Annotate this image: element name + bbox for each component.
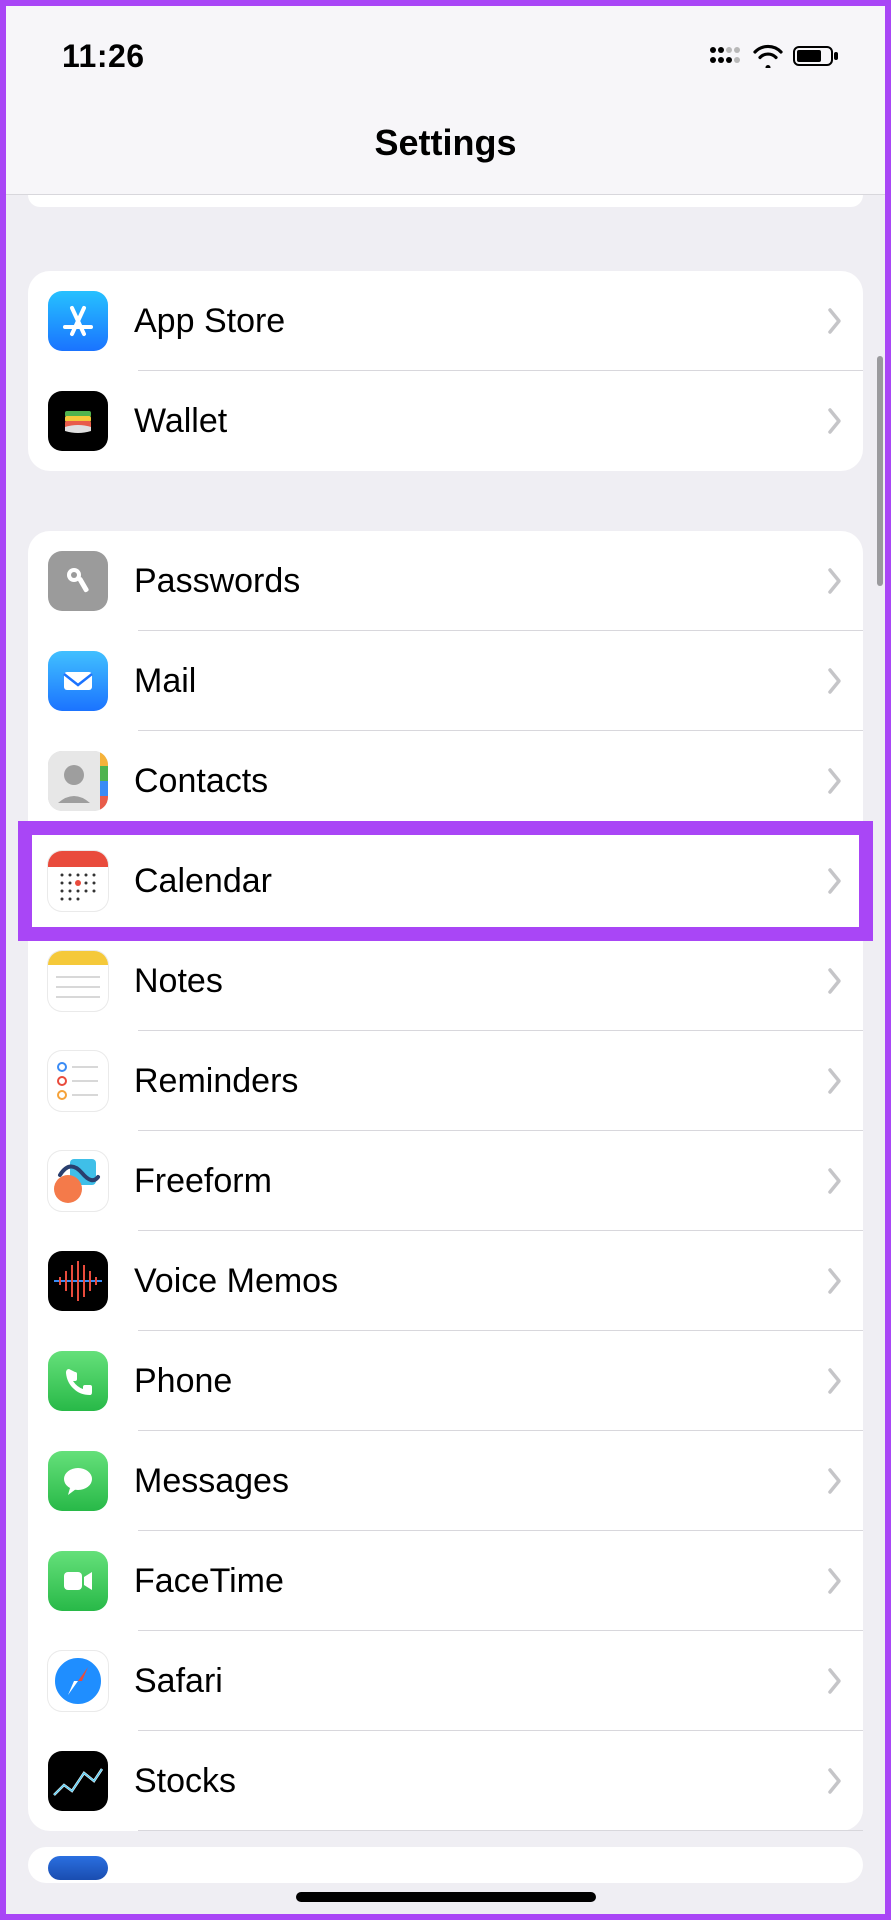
row-label: Reminders [134, 1062, 827, 1101]
status-bar: 11:26 [6, 34, 885, 78]
chevron-right-icon [827, 1167, 843, 1195]
cellular-icon [709, 44, 743, 68]
row-label: Messages [134, 1462, 827, 1501]
home-indicator[interactable] [296, 1892, 596, 1902]
battery-icon [793, 44, 839, 68]
chevron-right-icon [827, 1067, 843, 1095]
chevron-right-icon [827, 567, 843, 595]
row-mail[interactable]: Mail [28, 631, 863, 731]
row-label: Freeform [134, 1162, 827, 1201]
status-icons [709, 44, 839, 68]
scroll-indicator[interactable] [877, 356, 883, 586]
row-label: Safari [134, 1662, 827, 1701]
row-label: Phone [134, 1362, 827, 1401]
row-label: Contacts [134, 762, 827, 801]
phone-icon [48, 1351, 108, 1411]
row-contacts[interactable]: Contacts [28, 731, 863, 831]
row-label: Wallet [134, 402, 827, 441]
row-safari[interactable]: Safari [28, 1631, 863, 1731]
row-notes[interactable]: Notes [28, 931, 863, 1031]
row-facetime[interactable]: FaceTime [28, 1531, 863, 1631]
chevron-right-icon [827, 1267, 843, 1295]
unknown-icon [48, 1856, 108, 1880]
wallet-icon [48, 391, 108, 451]
row-label: FaceTime [134, 1562, 827, 1601]
row-label: Stocks [134, 1762, 827, 1801]
settings-list[interactable]: App Store Wallet [6, 195, 885, 1883]
reminders-icon [48, 1051, 108, 1111]
key-icon [48, 551, 108, 611]
facetime-icon [48, 1551, 108, 1611]
chevron-right-icon [827, 867, 843, 895]
row-label: Passwords [134, 562, 827, 601]
header-area: 11:26 [6, 6, 885, 195]
chevron-right-icon [827, 1667, 843, 1695]
row-freeform[interactable]: Freeform [28, 1131, 863, 1231]
freeform-icon [48, 1151, 108, 1211]
chevron-right-icon [827, 407, 843, 435]
row-voicememos[interactable]: Voice Memos [28, 1231, 863, 1331]
messages-icon [48, 1451, 108, 1511]
group-store: App Store Wallet [28, 271, 863, 471]
row-label: Mail [134, 662, 827, 701]
notes-icon [48, 951, 108, 1011]
row-phone[interactable]: Phone [28, 1331, 863, 1431]
row-wallet[interactable]: Wallet [28, 371, 863, 471]
chevron-right-icon [827, 1467, 843, 1495]
row-label: App Store [134, 302, 827, 341]
settings-screen: 11:26 [6, 6, 885, 1914]
wifi-icon [753, 44, 783, 68]
group-apps: Passwords Mail [28, 531, 863, 1831]
row-appstore[interactable]: App Store [28, 271, 863, 371]
row-label: Calendar [134, 862, 827, 901]
chevron-right-icon [827, 967, 843, 995]
row-stocks[interactable]: Stocks [28, 1731, 863, 1831]
mail-icon [48, 651, 108, 711]
row-label: Notes [134, 962, 827, 1001]
status-time: 11:26 [62, 38, 145, 75]
chevron-right-icon [827, 1567, 843, 1595]
chevron-right-icon [827, 1767, 843, 1795]
chevron-right-icon [827, 667, 843, 695]
voicememos-icon [48, 1251, 108, 1311]
chevron-right-icon [827, 1367, 843, 1395]
row-next-peek[interactable] [28, 1847, 863, 1883]
page-title: Settings [6, 78, 885, 194]
row-passwords[interactable]: Passwords [28, 531, 863, 631]
contacts-icon [48, 751, 108, 811]
chevron-right-icon [827, 307, 843, 335]
appstore-icon [48, 291, 108, 351]
row-label: Voice Memos [134, 1262, 827, 1301]
calendar-icon [48, 851, 108, 911]
safari-icon [48, 1651, 108, 1711]
next-group-peek [28, 1847, 863, 1883]
stocks-icon [48, 1751, 108, 1811]
row-calendar[interactable]: Calendar [28, 831, 863, 931]
chevron-right-icon [827, 767, 843, 795]
row-messages[interactable]: Messages [28, 1431, 863, 1531]
row-reminders[interactable]: Reminders [28, 1031, 863, 1131]
previous-group-tail [28, 195, 863, 207]
